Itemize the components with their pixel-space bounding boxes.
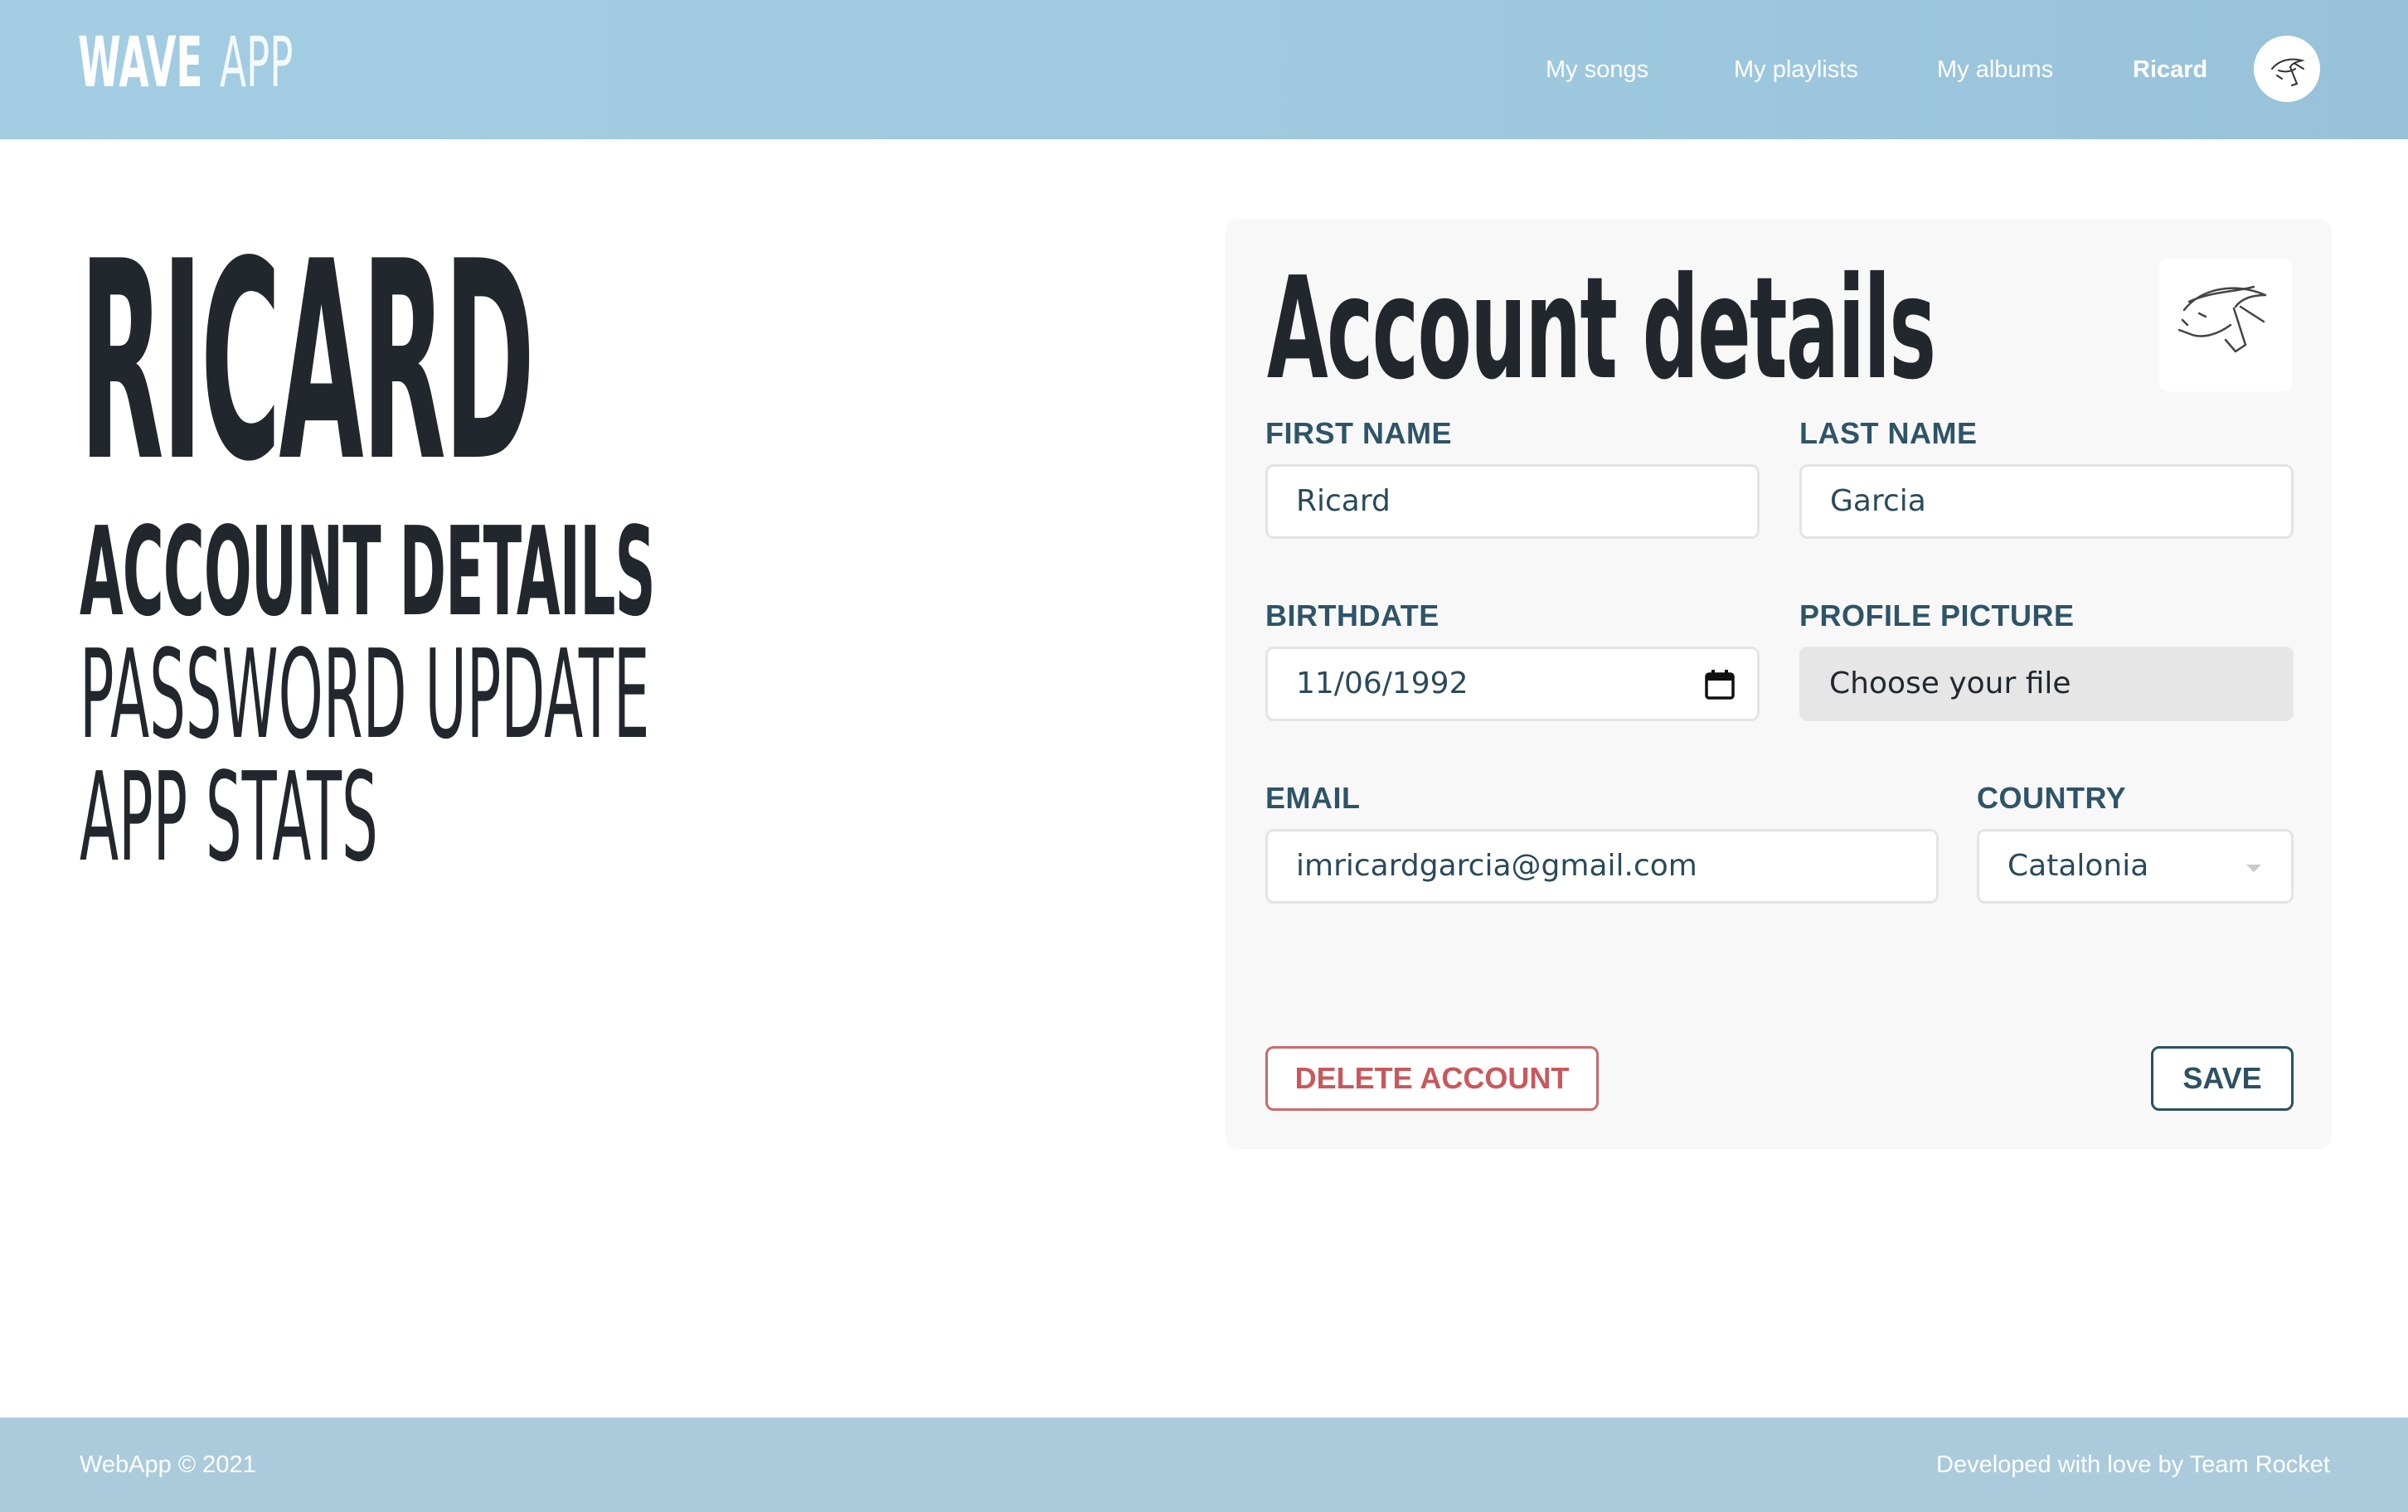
footer-credits: Developed with love by Team Rocket: [1936, 1451, 2330, 1478]
chevron-down-icon: [2246, 865, 2261, 872]
save-button[interactable]: SAVE: [2151, 1046, 2294, 1111]
last-name-input[interactable]: Garcia: [1799, 464, 2294, 539]
choose-file-button[interactable]: Choose your file: [1799, 647, 2294, 721]
first-name-label: FIRST NAME: [1265, 416, 1452, 450]
birthdate-label: BIRTHDATE: [1265, 598, 1439, 632]
delete-account-button[interactable]: DELETE ACCOUNT: [1265, 1046, 1599, 1111]
nav-my-playlists[interactable]: My playlists: [1734, 51, 1858, 88]
logo-wave-text: WAVE: [78, 22, 203, 103]
logo-app-text: APP: [219, 22, 294, 103]
footer-copyright: WebApp © 2021: [80, 1451, 256, 1478]
menu-app-stats[interactable]: APP STATS: [80, 756, 378, 879]
profile-sketch-icon: [2177, 285, 2267, 353]
birthdate-input[interactable]: 11/06/1992: [1265, 647, 1760, 721]
calendar-icon[interactable]: [1704, 669, 1736, 700]
first-name-input[interactable]: Ricard: [1265, 464, 1760, 539]
nav-my-songs[interactable]: My songs: [1546, 51, 1648, 88]
nav-my-albums[interactable]: My albums: [1937, 51, 2053, 88]
menu-account-details[interactable]: ACCOUNT DETAILS: [80, 511, 656, 633]
nav-user-ricard[interactable]: Ricard: [2133, 51, 2207, 88]
menu-password-update[interactable]: PASSWORD UPDATE: [80, 633, 649, 756]
user-name-heading: RICARD: [80, 203, 535, 521]
email-label: EMAIL: [1265, 781, 1361, 815]
footer: WebApp © 2021 Developed with love by Tea…: [0, 1418, 2408, 1512]
country-select[interactable]: Catalonia: [1977, 829, 2294, 904]
top-navbar: WAVE APP My songs My playlists My albums…: [0, 0, 2408, 139]
country-label: COUNTRY: [1977, 781, 2127, 815]
profile-picture-label: PROFILE PICTURE: [1799, 598, 2075, 632]
profile-picture-preview: [2159, 259, 2292, 391]
last-name-label: LAST NAME: [1799, 416, 1978, 450]
avatar[interactable]: [2254, 36, 2320, 102]
account-details-card: Account details FIRST NAME Ricard LAST N…: [1226, 219, 2332, 1149]
avatar-sketch-icon: [2271, 58, 2305, 86]
card-title: Account details: [1267, 247, 1936, 411]
email-field[interactable]: imricardgarcia@gmail.com: [1265, 829, 1939, 904]
country-value: Catalonia: [2007, 849, 2149, 883]
birthdate-value: 11/06/1992: [1296, 666, 1469, 700]
app-logo[interactable]: WAVE APP: [78, 25, 337, 99]
